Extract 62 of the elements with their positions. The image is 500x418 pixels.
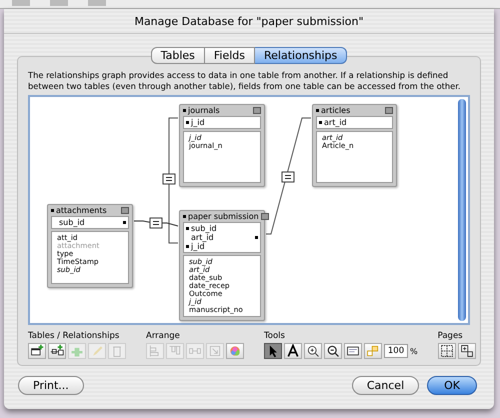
relationships-graph[interactable] bbox=[28, 95, 470, 325]
tab[interactable]: Relationships bbox=[255, 47, 348, 64]
key-field: sub_id bbox=[191, 224, 253, 233]
link-plus-icon bbox=[50, 344, 64, 358]
toolbar-label: Arrange bbox=[146, 331, 181, 341]
key-field: sub_id bbox=[59, 218, 121, 227]
key-field: art_id bbox=[324, 118, 385, 127]
collapse-icon[interactable] bbox=[253, 107, 261, 114]
pagebreaks-tool-button[interactable] bbox=[438, 343, 456, 359]
pointer-tool-button[interactable] bbox=[264, 343, 282, 359]
equals-icon[interactable] bbox=[162, 174, 176, 184]
bullet-icon bbox=[316, 109, 319, 112]
table-name: journals bbox=[188, 106, 221, 115]
collapse-icon[interactable] bbox=[260, 213, 269, 220]
page-grid-icon bbox=[440, 344, 454, 358]
text-tool-button[interactable] bbox=[284, 343, 302, 359]
table-name: paper submission bbox=[188, 212, 259, 221]
table-name: attachments bbox=[56, 206, 108, 215]
window-icon bbox=[346, 344, 360, 358]
equals-icon[interactable] bbox=[150, 218, 162, 228]
resize-icon bbox=[208, 344, 222, 358]
toolbar-label: Pages bbox=[438, 331, 464, 341]
relationship-line[interactable] bbox=[266, 118, 312, 234]
key-field: j_id bbox=[191, 242, 253, 251]
color-tool-button[interactable] bbox=[226, 343, 244, 359]
addtable-tool-button[interactable] bbox=[28, 343, 46, 359]
fitpage-tool-button[interactable] bbox=[458, 343, 476, 359]
table-name: articles bbox=[321, 106, 352, 115]
view-tool-button[interactable] bbox=[344, 343, 362, 359]
collapse-icon[interactable] bbox=[385, 107, 393, 114]
window-title: Manage Database for "paper submission" bbox=[4, 9, 494, 34]
dialog-button[interactable]: Print... bbox=[18, 376, 84, 395]
bullet-icon bbox=[51, 209, 54, 212]
zoomin-tool-button[interactable] bbox=[304, 343, 322, 359]
zoom-field[interactable]: 100 bbox=[384, 344, 408, 358]
bullet-icon bbox=[183, 215, 186, 218]
equals-icon[interactable] bbox=[282, 172, 294, 182]
key-field: art_id bbox=[191, 233, 253, 242]
zoom-out-icon bbox=[326, 344, 340, 358]
addlink-tool-button[interactable] bbox=[48, 343, 66, 359]
relationship-line[interactable] bbox=[134, 220, 178, 226]
zoomout-tool-button[interactable] bbox=[324, 343, 342, 359]
note-icon bbox=[366, 344, 380, 358]
dialog-button[interactable]: OK bbox=[427, 376, 477, 395]
color-wheel-icon bbox=[228, 344, 242, 358]
zoom-unit: % bbox=[410, 346, 418, 356]
text-tool-icon bbox=[286, 344, 300, 358]
table-plus-icon bbox=[30, 344, 44, 358]
dialog-button[interactable]: Cancel bbox=[352, 376, 420, 395]
tab[interactable]: Fields bbox=[204, 47, 256, 64]
zoom-in-icon bbox=[306, 344, 320, 358]
toolbar-label: Tools bbox=[264, 331, 286, 341]
relationship-line[interactable] bbox=[168, 118, 178, 244]
toolbar-label: Tables / Relationships bbox=[28, 331, 120, 341]
scrollbar[interactable] bbox=[458, 99, 466, 321]
trash-icon bbox=[110, 344, 124, 358]
fit-page-icon bbox=[460, 344, 474, 358]
collapse-icon[interactable] bbox=[121, 207, 129, 214]
bullet-icon bbox=[183, 109, 186, 112]
description: The relationships graph provides access to data in one table from another. If a relationship is defined between two tables (even through another table), fields from one table can be accessed from the other. bbox=[28, 70, 462, 92]
tab[interactable]: Tables bbox=[150, 47, 205, 64]
key-field: j_id bbox=[191, 118, 253, 127]
